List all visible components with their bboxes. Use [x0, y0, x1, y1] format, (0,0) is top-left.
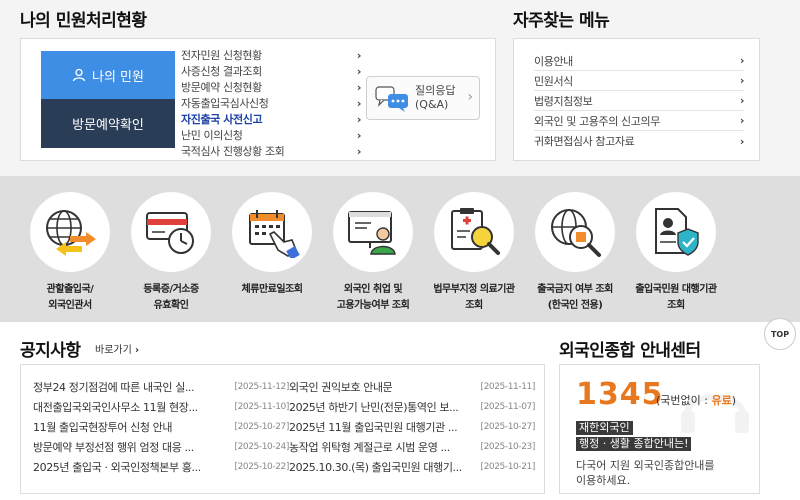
service-stay-expiry[interactable]: 체류만료일조회: [230, 192, 314, 298]
user-icon: [72, 68, 86, 82]
center-description: 다국어 지원 외국인종합안내를 이용하세요.: [576, 459, 715, 487]
center-phone-note: (국번없이 : 유료): [656, 394, 737, 407]
chevron-right-icon: ›: [739, 114, 745, 127]
notice-item[interactable]: 2025.10.30.(목) 출입국민원 대행기... [2025-10-21]: [289, 457, 535, 477]
notices-right-column: 외국인 권익보호 안내문 [2025-11-11] 2025년 하반기 난민(전문…: [289, 377, 535, 477]
my-link-2[interactable]: 방문예약 신청현황 ›: [181, 79, 361, 95]
faq-link-2[interactable]: 법령지침정보 ›: [534, 91, 744, 111]
chevron-right-icon: ›: [739, 94, 745, 107]
my-complaints-title: 나의 민원처리현황: [20, 11, 147, 31]
notice-item[interactable]: 외국인 권익보호 안내문 [2025-11-11]: [289, 377, 535, 397]
chevron-right-icon: ›: [356, 144, 362, 158]
center-highlight-2: 행정 · 생활 종합안내는!: [576, 437, 692, 451]
chevron-right-icon: ›: [739, 74, 745, 87]
service-departure-ban[interactable]: 출국금지 여부 조회 (한국인 전용): [533, 192, 617, 314]
qa-label: 질의응답: [415, 84, 456, 97]
top-section: 나의 민원처리현황 자주찾는 메뉴 나의 민원 방문예약확인 전자민원 신청현황…: [0, 0, 800, 176]
notice-item[interactable]: 대전출입국외국인사무소 11월 현장... [2025-11-10]: [33, 397, 289, 417]
chevron-right-icon: ›: [356, 48, 362, 62]
my-complaints-button-label: 나의 민원: [92, 69, 144, 85]
faq-menu-panel: 이용안내 › 민원서식 › 법령지침정보 › 외국인 및 고용주의 신고의무 › 귀화면…: [513, 38, 760, 161]
faq-link-0[interactable]: 이용안내 ›: [534, 51, 744, 71]
globe-search-icon: [551, 209, 601, 257]
qa-sublabel: (Q&A): [415, 98, 449, 111]
bottom-section: 공지사항 바로가기 › 정부24 정기점검에 따른 내국인 실... [2025-…: [0, 322, 800, 500]
qa-button[interactable]: 질의응답 (Q&A) ›: [366, 76, 480, 120]
center-phone-number: 1345: [576, 377, 664, 412]
service-card-validity[interactable]: 등록증/거소증 유효확인: [129, 192, 213, 314]
center-title: 외국인종합 안내센터: [559, 341, 701, 361]
notices-title: 공지사항: [20, 341, 81, 361]
visit-reservation-button[interactable]: 방문예약확인: [41, 99, 175, 148]
notices-more-link[interactable]: 바로가기 ›: [95, 341, 139, 356]
notice-item[interactable]: 11월 출입국현장투어 신청 안내 [2025-10-27]: [33, 417, 289, 437]
notices-panel: 정부24 정기점검에 따른 내국인 실... [2025-11-12] 대전출입국…: [20, 364, 545, 494]
document-shield-icon: [655, 208, 699, 256]
info-center-panel: 1345 (국번없이 : 유료) 재한외국인 행정 · 생활 종합안내는! 다국…: [559, 364, 760, 494]
my-complaints-button[interactable]: 나의 민원: [41, 51, 175, 99]
chevron-right-icon: ›: [356, 112, 362, 126]
notice-item[interactable]: 2025년 출입국 · 외국인정책본부 홍... [2025-10-22]: [33, 457, 289, 477]
my-link-4[interactable]: 자진출국 사전신고 ›: [181, 111, 361, 127]
chevron-right-icon: ›: [356, 96, 362, 110]
service-medical-institution[interactable]: 법무부지정 의료기관 조회: [432, 192, 516, 314]
my-link-5[interactable]: 난민 이의신청 ›: [181, 127, 361, 143]
my-complaints-links: 전자민원 신청현황 › 사증신청 결과조회 › 방문예약 신청현황 › 자동출입국심사…: [181, 47, 361, 159]
notices-left-column: 정부24 정기점검에 따른 내국인 실... [2025-11-12] 대전출입국…: [33, 377, 289, 477]
clipboard-search-icon: [451, 208, 500, 255]
my-link-1[interactable]: 사증신청 결과조회 ›: [181, 63, 361, 79]
notice-item[interactable]: 2025년 하반기 난민(전문)통역인 보... [2025-11-07]: [289, 397, 535, 417]
calendar-hand-icon: [249, 210, 300, 258]
faq-link-1[interactable]: 민원서식 ›: [534, 71, 744, 91]
my-complaints-panel: 나의 민원 방문예약확인 전자민원 신청현황 › 사증신청 결과조회 › 방문예약 …: [20, 38, 496, 161]
faq-link-4[interactable]: 귀화면접심사 참고자료 ›: [534, 131, 744, 151]
monitor-worker-icon: [348, 211, 396, 255]
chevron-right-icon: ›: [467, 89, 473, 105]
center-highlight-1: 재한외국인: [576, 421, 633, 435]
chevron-right-icon: ›: [135, 345, 140, 356]
notice-item[interactable]: 정부24 정기점검에 따른 내국인 실... [2025-11-12]: [33, 377, 289, 397]
service-agency-lookup[interactable]: 출입국민원 대행기관 조회: [634, 192, 718, 314]
notice-item[interactable]: 방문예약 부정선점 행위 엄정 대응 ... [2025-10-24]: [33, 437, 289, 457]
faq-link-3[interactable]: 외국인 및 고용주의 신고의무 ›: [534, 111, 744, 131]
chevron-right-icon: ›: [739, 134, 745, 148]
notice-item[interactable]: 2025년 11월 출입국민원 대행기관 ... [2025-10-27]: [289, 417, 535, 437]
chevron-right-icon: ›: [356, 80, 362, 94]
service-employment-check[interactable]: 외국인 취업 및 고용가능여부 조회: [331, 192, 415, 314]
service-jurisdiction-office[interactable]: 관할출입국/외국인관서: [28, 192, 112, 314]
my-link-6[interactable]: 국적심사 진행상황 조회 ›: [181, 143, 361, 159]
card-clock-icon: [146, 212, 194, 254]
chevron-right-icon: ›: [739, 54, 745, 67]
my-link-3[interactable]: 자동출입국심사신청 ›: [181, 95, 361, 111]
scroll-top-button[interactable]: TOP: [764, 318, 796, 350]
notice-item[interactable]: 농작업 위탁형 계절근로 시범 운영 ... [2025-10-23]: [289, 437, 535, 457]
chevron-right-icon: ›: [356, 128, 362, 142]
faq-menu-title: 자주찾는 메뉴: [513, 11, 610, 31]
quick-services-band: 관할출입국/외국인관서 등록증/거소증 유효확인 체류만료일조회 외국인 취업 …: [0, 176, 800, 322]
chat-bubbles-icon: [375, 86, 408, 112]
my-link-0[interactable]: 전자민원 신청현황 ›: [181, 47, 361, 63]
chevron-right-icon: ›: [356, 64, 362, 78]
globe-office-icon: [46, 210, 96, 256]
